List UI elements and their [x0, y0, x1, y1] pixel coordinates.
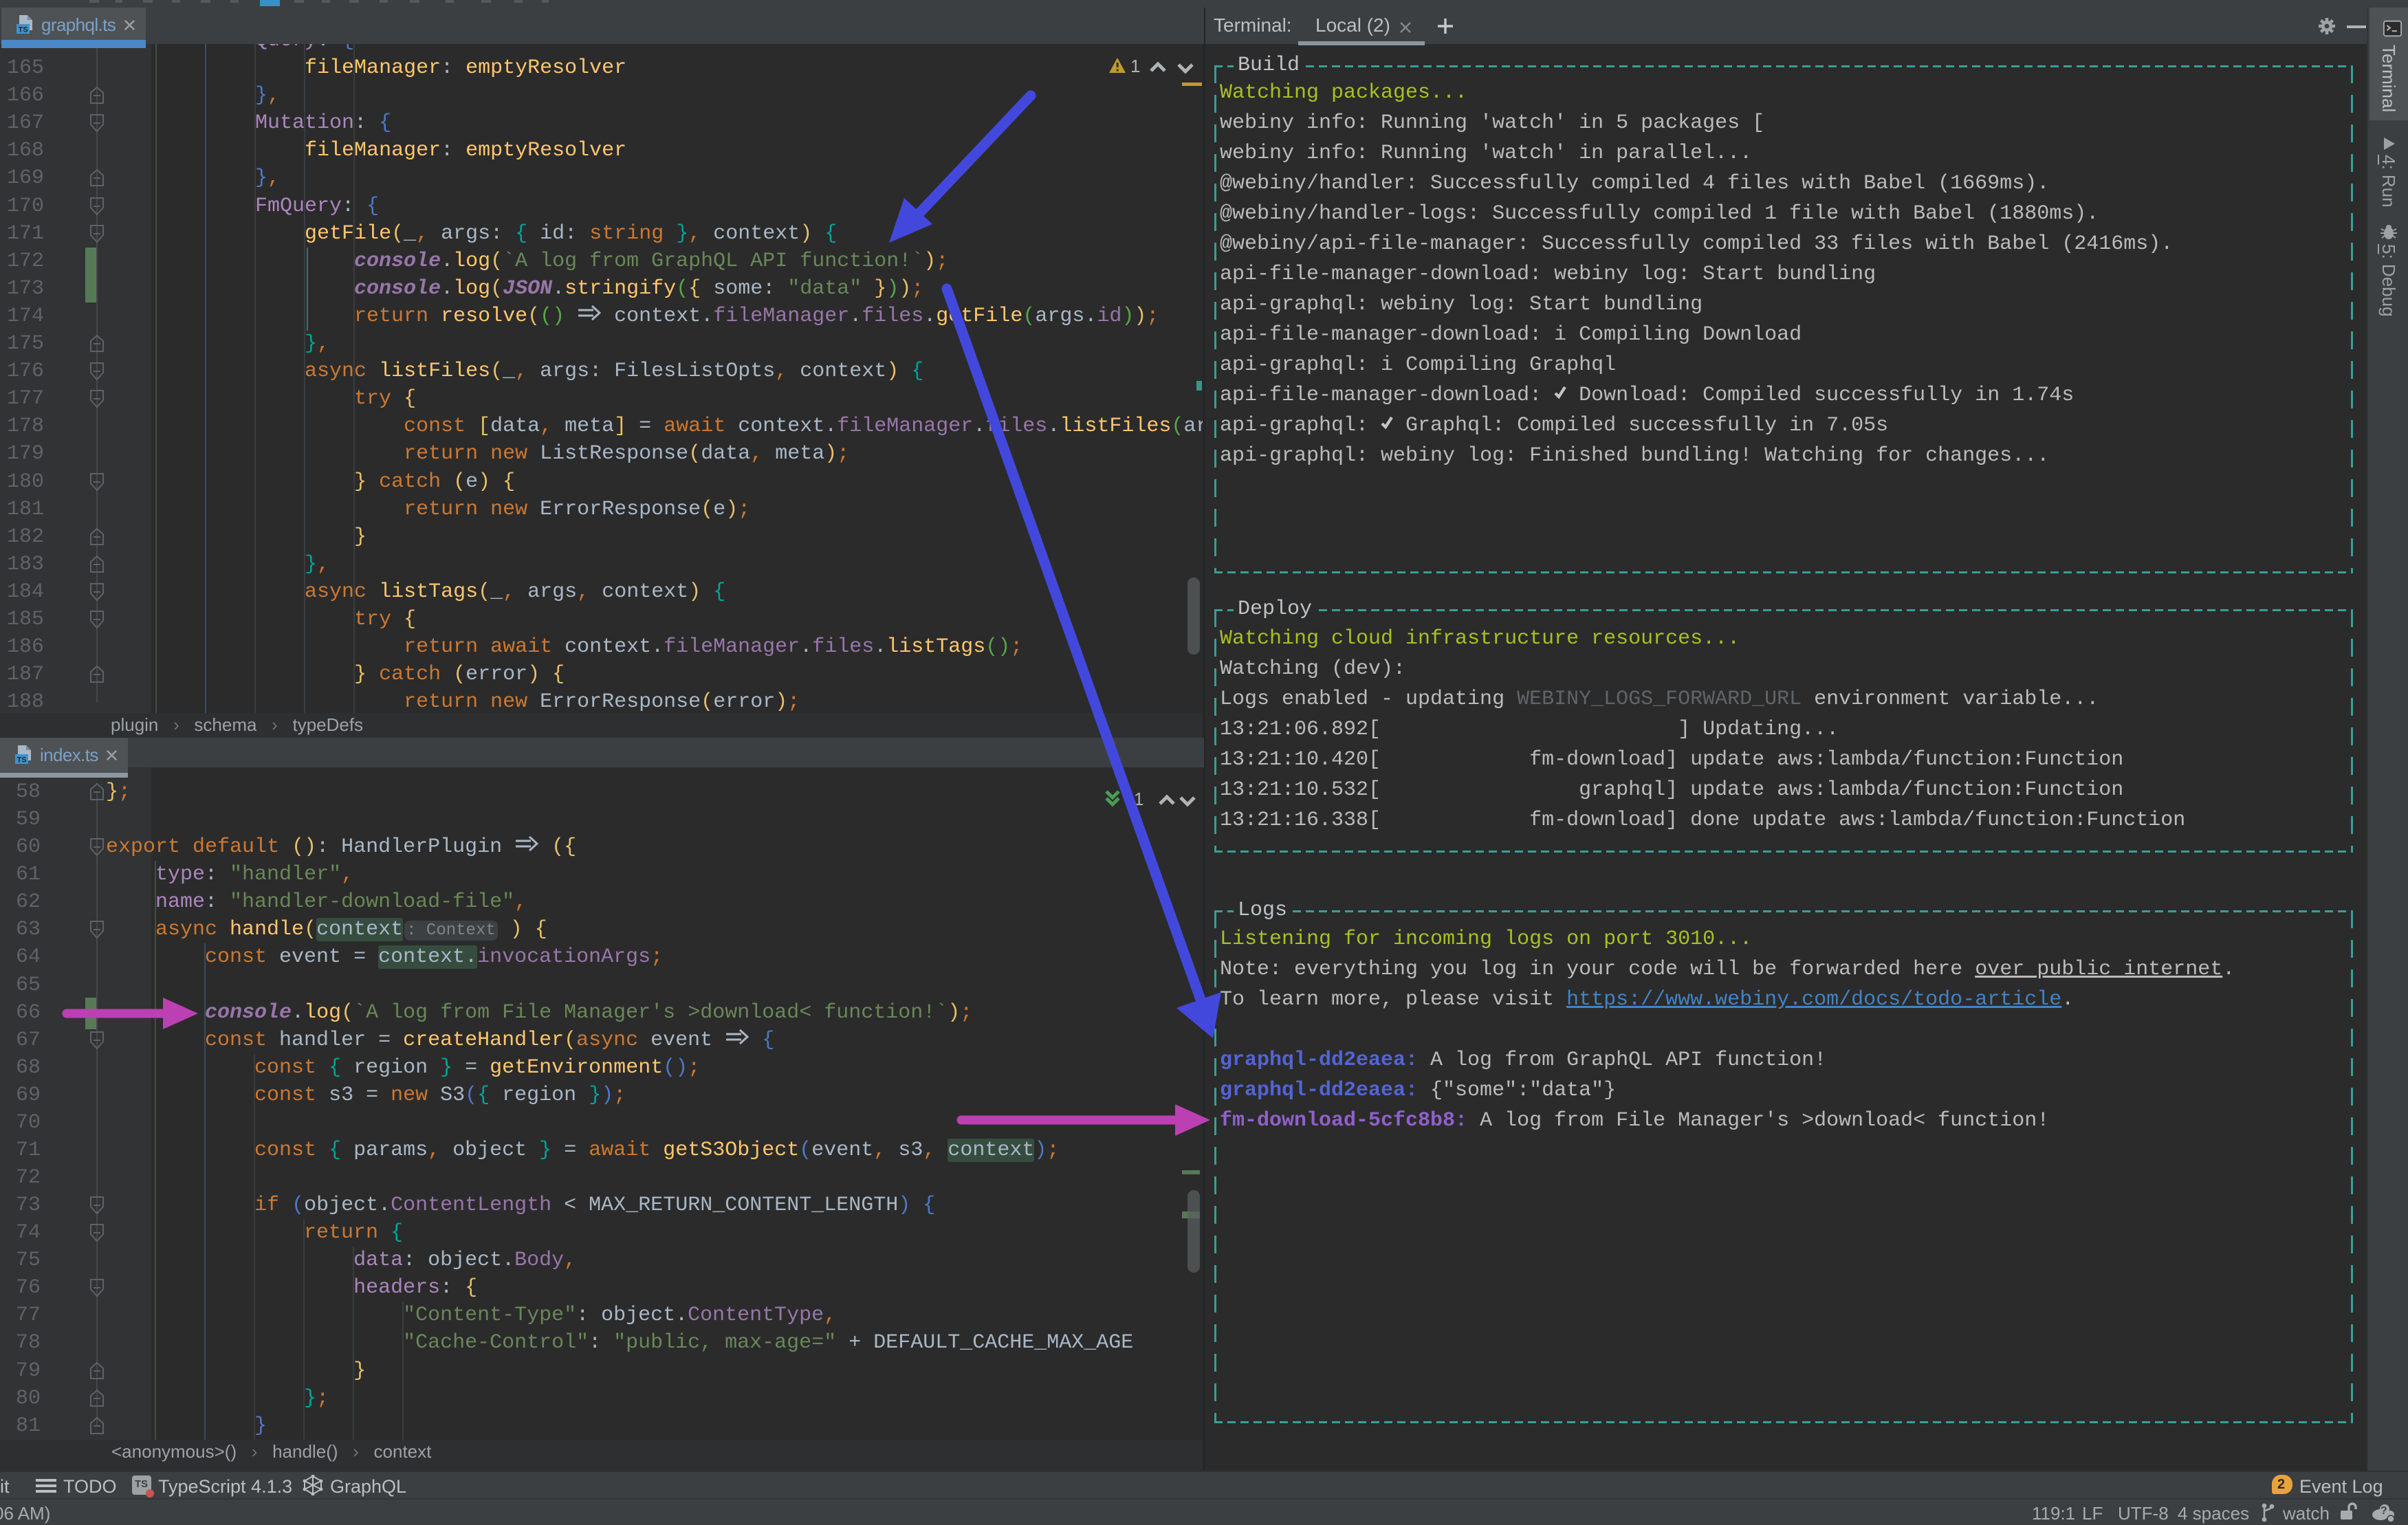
- svg-text:1: 1: [1134, 789, 1143, 809]
- svg-text:?: ?: [2380, 1505, 2387, 1517]
- svg-text:TS: TS: [19, 26, 28, 34]
- svg-text:TS: TS: [17, 756, 27, 765]
- svg-text:1: 1: [1130, 56, 1140, 76]
